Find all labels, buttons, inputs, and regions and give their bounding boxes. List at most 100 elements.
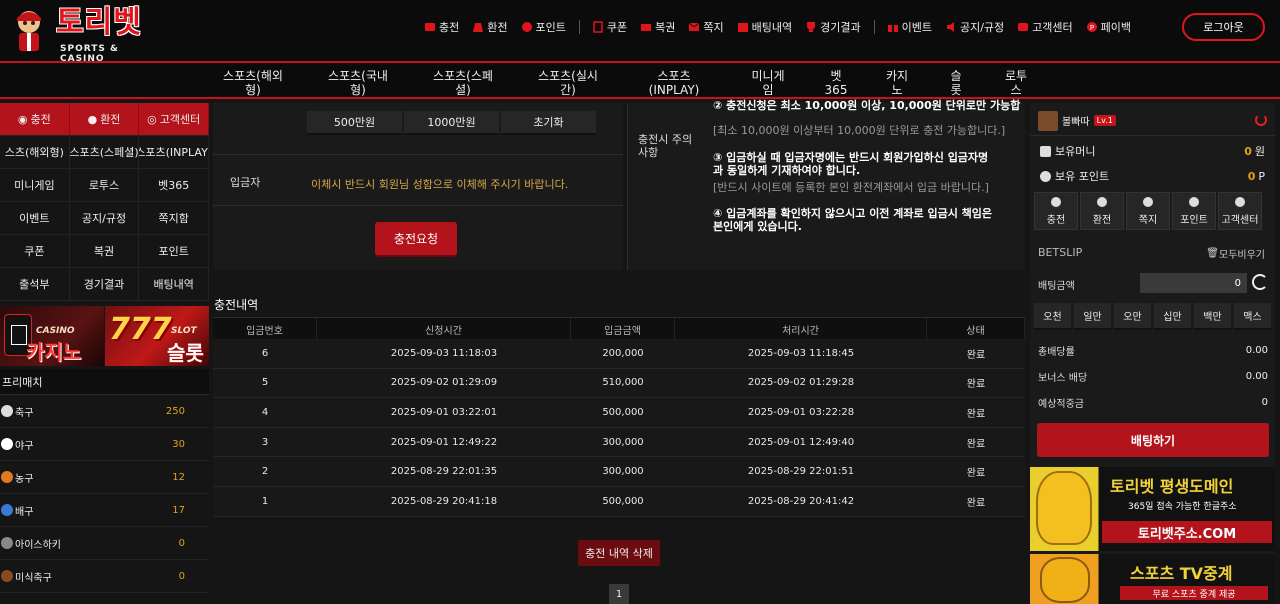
table-cell: 200,000 [602,347,644,359]
main-nav-sports-intl[interactable]: 스포츠(해외형) [218,69,288,97]
notice-label: 충전시 주의사항 [638,133,693,159]
table-cell: 5 [261,377,269,389]
sport-item[interactable]: 배구 17 [0,494,209,527]
main-nav-bet365[interactable]: 벳365 [822,69,850,97]
sport-item[interactable]: 축구 250 [0,395,209,428]
left-menu-item[interactable]: 배팅내역 [139,268,210,300]
sport-item[interactable]: 아이스하키 0 [0,527,209,560]
deposit-form: 500만원 1000만원 초기화 입금자 이체시 반드시 회원님 성함으로 이체… [213,103,623,270]
place-bet-button[interactable]: 배팅하기 [1037,423,1269,457]
sport-item[interactable]: 미식축구 0 [0,560,209,593]
money-value: 0원 [1244,143,1265,159]
results-icon [805,21,817,33]
sum-label: 예상적중금 [1038,398,1084,410]
promo-sub: 365일 접속 가능한 한글주소 [1128,502,1237,512]
chip-5k-button[interactable]: 오천 [1034,303,1071,330]
charge-request-button[interactable]: 충전요청 [375,222,457,255]
support-icon [1017,21,1029,33]
quick-charge-button[interactable]: 충전 [1034,192,1078,230]
left-menu-item[interactable]: 미니게임 [0,169,70,201]
chip-10k-button[interactable]: 일만 [1074,303,1111,330]
left-menu-charge[interactable]: ◉ 충전 [0,103,70,135]
left-menu-item[interactable]: 복권 [70,235,140,267]
casino-banner[interactable]: CASINO 카지노 [0,306,104,366]
sport-name: 농구 [15,473,34,485]
table-cell: 2 [261,466,269,478]
power-icon[interactable] [1255,114,1267,126]
left-menu-item[interactable]: 이벤트 [0,202,70,234]
support-icon [1235,196,1245,207]
sport-item[interactable]: 야구 30 [0,428,209,461]
main-nav-lotus[interactable]: 로투스 [1003,69,1029,97]
chip-100k-button[interactable]: 십만 [1154,303,1191,330]
main-nav-minigame[interactable]: 미니게임 [748,69,788,97]
top-nav-label: 충전 [439,21,460,34]
sport-ball-icon [1,570,13,582]
top-nav-message[interactable]: 쪽지 [688,14,724,40]
left-menu-item[interactable]: 스포츠(스페셜) [70,136,140,168]
quick-exchange-button[interactable]: 환전 [1080,192,1124,230]
main-nav-sports-inplay[interactable]: 스포츠(INPLAY) [637,69,711,97]
main-nav-slot[interactable]: 슬롯 [947,69,965,97]
amount-10m-button[interactable]: 1000만원 [404,111,499,135]
left-menu-item[interactable]: 포인트 [139,235,210,267]
pagination-page-1[interactable]: 1 [609,584,629,604]
deposit-notice: 충전시 주의사항 ② 충전신청은 최소 10,000원 이상, 10,000원 … [627,99,1025,270]
clear-all-button[interactable]: 🗑 모두비우기 [1206,246,1265,261]
notice-line: ③ 입금하실 때 입금자명에는 반드시 회원가입하신 입금자명 [713,151,989,164]
left-menu-support[interactable]: ◎ 고객센터 [139,103,210,135]
left-menu-item[interactable]: 스츠(해외형) [0,136,70,168]
left-menu-exchange[interactable]: ● 환전 [69,103,140,135]
top-nav-label: 복권 [655,21,676,34]
left-menu-item[interactable]: 쪽지함 [139,202,210,234]
event-icon [887,21,899,33]
top-nav-results[interactable]: 경기결과 [805,14,861,40]
top-nav-coupon[interactable]: 쿠폰 [592,14,627,40]
coupon-icon [592,21,604,33]
point-value: 0P [1248,170,1265,183]
chip-1m-button[interactable]: 백만 [1194,303,1231,330]
sport-item[interactable]: 농구 12 [0,461,209,494]
slot-banner[interactable]: 777 SLOT 슬롯 [105,306,209,366]
left-menu-item[interactable]: 경기결과 [70,268,140,300]
chip-max-button[interactable]: 맥스 [1234,303,1271,330]
quick-message-button[interactable]: 쪽지 [1126,192,1170,230]
main-nav-sports-domestic[interactable]: 스포츠(국내형) [323,69,393,97]
bet-amount-input[interactable] [1140,273,1247,293]
quick-support-button[interactable]: 고객센터 [1218,192,1262,230]
left-menu-label: 환전 [100,113,121,126]
top-nav-charge[interactable]: 충전 [424,14,459,40]
left-menu-item[interactable]: 공지/규정 [70,202,140,234]
tv-promo-banner[interactable]: 스포츠 TV중계 무료 스포츠 중계 제공 [1030,554,1275,604]
left-menu-item[interactable]: 스포츠(INPLAY) [139,136,210,168]
top-nav-payback[interactable]: P 페이백 [1086,14,1131,40]
top-nav-lottery[interactable]: 복권 [640,14,675,40]
top-nav-point[interactable]: 포인트 [521,14,566,40]
amount-reset-button[interactable]: 초기화 [501,111,596,135]
left-menu-item[interactable]: 벳365 [139,169,210,201]
left-menu-item[interactable]: 로투스 [70,169,140,201]
notice-line: [최소 10,000원 이상부터 10,000원 단위로 충전 가능합니다.] [713,124,1006,137]
logout-button[interactable]: 로그아웃 [1182,13,1265,41]
left-menu-item[interactable]: 쿠폰 [0,235,70,267]
top-nav-notice[interactable]: 공지/규정 [945,14,1004,40]
sport-ball-icon [1,537,13,549]
domain-promo-banner[interactable]: 토리벳 평생도메인 365일 접속 가능한 한글주소 토리벳주소.COM [1030,467,1275,551]
main-nav-casino[interactable]: 카지노 [884,69,910,97]
site-logo[interactable]: 토리벳 SPORTS & CASINO [10,2,160,64]
top-nav-event[interactable]: 이벤트 [887,14,932,40]
quick-point-button[interactable]: 포인트 [1172,192,1216,230]
top-nav-exchange[interactable]: 환전 [472,14,508,40]
top-nav-support[interactable]: 고객센터 [1017,14,1073,40]
left-menu-item[interactable]: 출석부 [0,268,70,300]
main-nav-sports-special[interactable]: 스포츠(스페셜) [428,69,498,97]
top-nav-bet-history[interactable]: 배팅내역 [737,14,792,40]
main-nav-sports-live[interactable]: 스포츠(실시간) [533,69,603,97]
delete-history-button[interactable]: 충전 내역 삭제 [578,540,660,566]
sum-value: 0 [1261,396,1268,408]
reset-icon[interactable] [1252,274,1268,290]
promo-url: 토리벳주소.COM [1102,521,1272,543]
sum-label: 총배당률 [1038,346,1075,358]
chip-50k-button[interactable]: 오만 [1114,303,1151,330]
amount-5m-button[interactable]: 500만원 [307,111,402,135]
